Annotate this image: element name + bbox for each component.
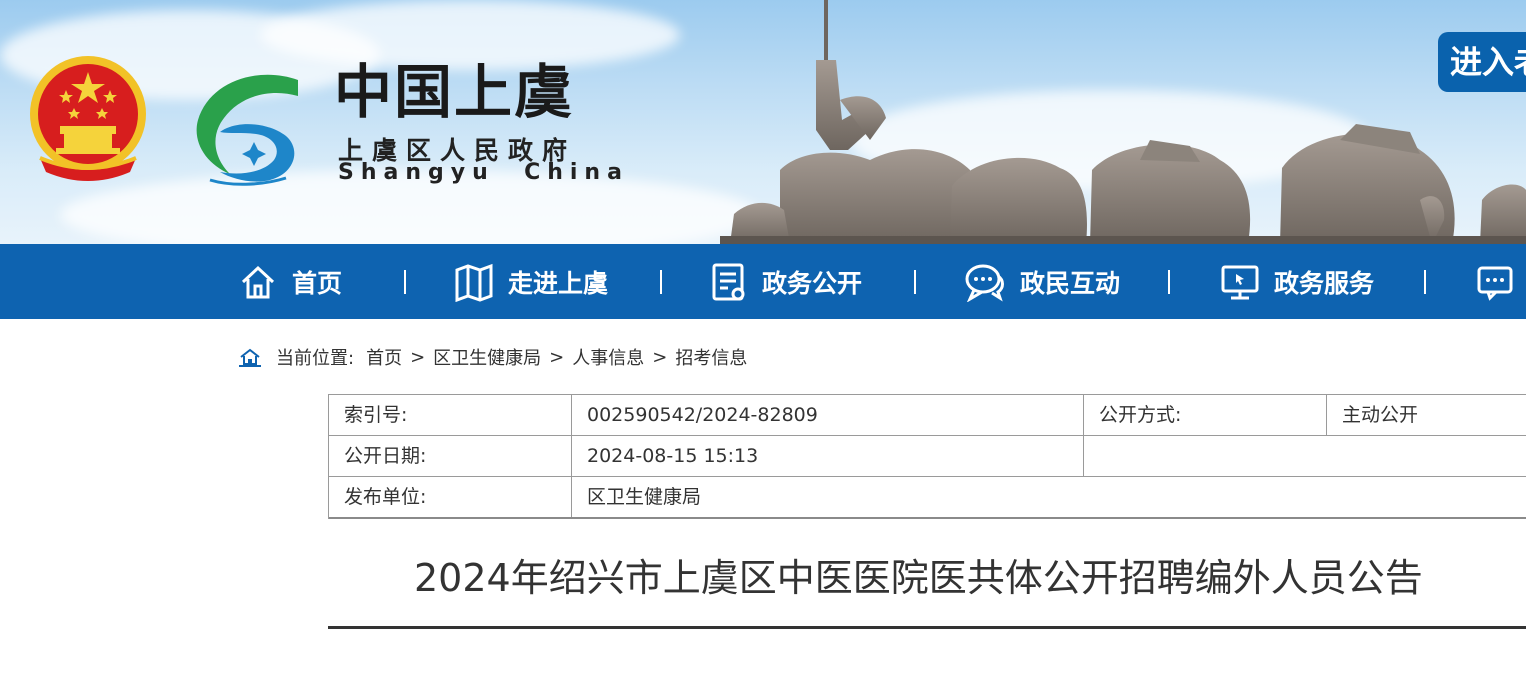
method-value: 主动公开	[1342, 404, 1419, 426]
meta-row: 公开日期: 2024-08-15 15:13	[329, 436, 1526, 477]
chat-icon	[965, 264, 1004, 302]
breadcrumb-separator: >	[410, 346, 426, 368]
meta-row: 发布单位: 区卫生健康局	[329, 477, 1526, 519]
breadcrumb: 当前位置: 首页 > 区卫生健康局 > 人事信息 > 招考信息	[238, 344, 747, 370]
document-icon	[712, 263, 745, 300]
message-icon	[1477, 266, 1513, 301]
nav-divider	[1424, 270, 1426, 294]
main-nav: 首页 走进上虞 政务公开 政民互动 政务服务	[0, 244, 1526, 319]
nav-item-interaction[interactable]: 政民互动	[964, 244, 1120, 319]
home-icon	[241, 265, 275, 298]
map-icon	[455, 263, 493, 302]
title-divider	[328, 626, 1526, 629]
nav-item-gov-affairs[interactable]: 政务公开	[710, 244, 862, 319]
nav-divider	[660, 270, 662, 294]
national-emblem-icon	[30, 56, 146, 181]
site-title: 中国上虞	[334, 58, 575, 126]
breadcrumb-link-recruitment[interactable]: 招考信息	[675, 344, 747, 370]
site-header: 中国上虞 上虞区人民政府 Shangyu China 进入老	[0, 0, 1526, 244]
publisher-value: 区卫生健康局	[587, 486, 702, 508]
breadcrumb-separator: >	[652, 346, 668, 368]
breadcrumb-prefix: 当前位置:	[276, 348, 355, 369]
article-title: 2024年绍兴市上虞区中医医院医共体公开招聘编外人员公告	[414, 556, 1423, 600]
date-value: 2024-08-15 15:13	[587, 445, 759, 467]
breadcrumb-link-home[interactable]: 首页	[366, 344, 402, 370]
monitor-icon	[1221, 265, 1259, 299]
index-label: 索引号:	[344, 404, 408, 426]
breadcrumb-separator: >	[549, 346, 565, 368]
publisher-label: 发布单位:	[344, 486, 427, 508]
nav-item-about[interactable]: 走进上虞	[454, 244, 608, 319]
breadcrumb-link-personnel[interactable]: 人事信息	[572, 344, 644, 370]
document-meta-table: 索引号: 002590542/2024-82809 公开方式: 主动公开 公开日…	[328, 394, 1526, 519]
site-subtitle-en: Shangyu China	[338, 160, 629, 185]
shangyu-logo-icon	[196, 74, 298, 186]
nav-item-gov-services[interactable]: 政务服务	[1220, 244, 1374, 319]
nav-divider	[914, 270, 916, 294]
nav-item-label: 首页	[292, 268, 343, 298]
date-label: 公开日期:	[344, 445, 427, 467]
breadcrumb-link-health-bureau[interactable]: 区卫生健康局	[433, 344, 541, 370]
nav-item-label: 走进上虞	[508, 268, 609, 298]
home-icon	[239, 348, 261, 367]
nav-item-label: 政务公开	[762, 268, 863, 298]
method-label: 公开方式:	[1099, 404, 1182, 426]
nav-item-label: 政民互动	[1020, 268, 1121, 298]
nav-item-home[interactable]: 首页	[238, 244, 342, 319]
meta-row: 索引号: 002590542/2024-82809 公开方式: 主动公开	[329, 395, 1526, 436]
nav-item-label: 政务服务	[1274, 268, 1375, 298]
nav-item-message[interactable]	[1476, 244, 1526, 319]
table-divider	[1083, 436, 1084, 476]
enter-senior-mode-button[interactable]: 进入老	[1438, 32, 1526, 92]
nav-divider	[1168, 270, 1170, 294]
index-value: 002590542/2024-82809	[587, 404, 818, 426]
nav-divider	[404, 270, 406, 294]
elephant-sculpture-image	[720, 0, 1526, 244]
